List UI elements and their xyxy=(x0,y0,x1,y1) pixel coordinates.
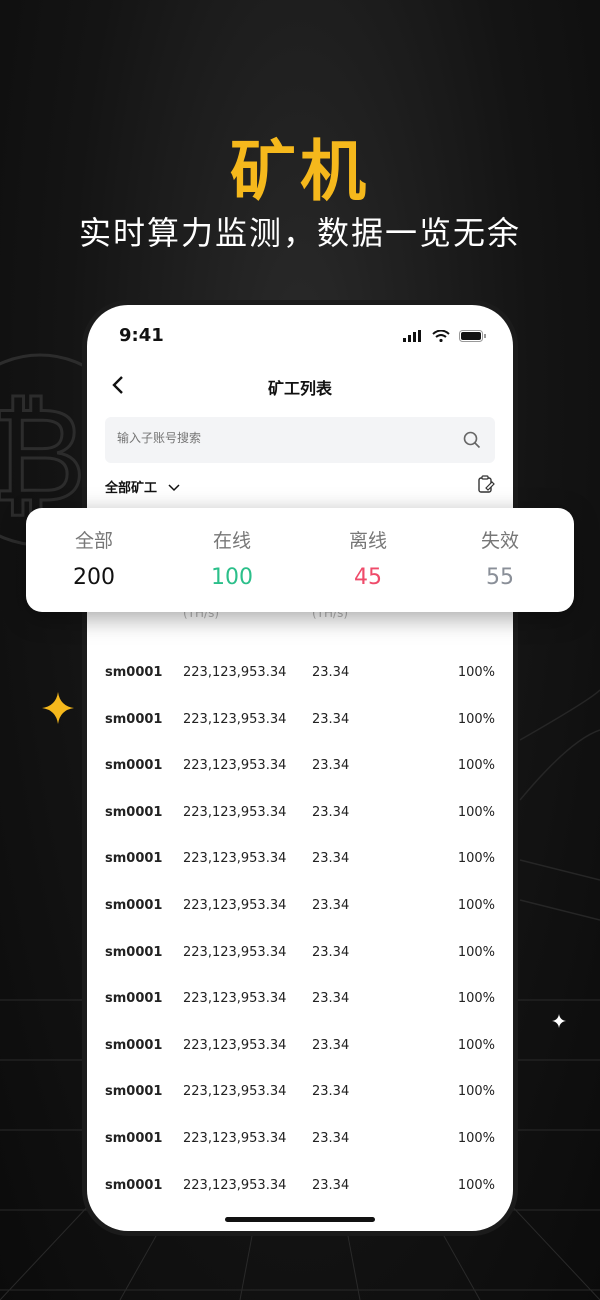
miner-value: 23.34 xyxy=(312,1177,350,1193)
status-icons xyxy=(402,327,487,346)
miner-percent: 100% xyxy=(457,851,495,867)
search-box[interactable] xyxy=(105,417,495,463)
miner-value: 23.34 xyxy=(312,897,350,913)
stat-all-label: 全部 xyxy=(74,530,113,552)
miner-hashrate: 223,123,953.34 xyxy=(183,1130,287,1146)
miner-name: sm0001 xyxy=(105,1130,163,1146)
sparkle-icon xyxy=(42,692,74,724)
table-row[interactable]: sm0001 223,123,953.34 23.34 100% xyxy=(87,1117,513,1164)
miner-name: sm0001 xyxy=(105,1037,163,1053)
miner-filter-dropdown[interactable]: 全部矿工 xyxy=(105,477,180,496)
miner-hashrate: 223,123,953.34 xyxy=(183,804,287,820)
stat-invalid-value: 55 xyxy=(486,565,514,590)
home-indicator xyxy=(225,1217,375,1222)
table-row[interactable]: sm0001 223,123,953.34 23.34 100% xyxy=(87,744,513,791)
miner-value: 23.34 xyxy=(312,1084,350,1100)
miner-value: 23.34 xyxy=(312,711,350,727)
battery-icon xyxy=(459,330,486,342)
filter-label: 全部矿工 xyxy=(105,481,158,496)
miner-value: 23.34 xyxy=(312,991,350,1007)
miner-hashrate: 223,123,953.34 xyxy=(183,897,287,913)
stat-invalid-label: 失效 xyxy=(480,530,519,552)
table-row[interactable]: sm0001 223,123,953.34 23.34 100% xyxy=(87,837,513,884)
miner-value: 23.34 xyxy=(312,1130,350,1146)
miner-value: 23.34 xyxy=(312,944,350,960)
stat-offline-label: 离线 xyxy=(348,530,387,552)
miner-name: sm0001 xyxy=(105,804,163,820)
miner-value: 23.34 xyxy=(312,804,350,820)
miner-name: sm0001 xyxy=(105,991,163,1007)
sparkle-icon xyxy=(552,1014,566,1028)
miner-percent: 100% xyxy=(457,1177,495,1193)
miner-percent: 100% xyxy=(457,897,495,913)
table-row[interactable]: sm0001 223,123,953.34 23.34 100% xyxy=(87,931,513,978)
miner-value: 23.34 xyxy=(312,665,350,680)
stat-online-label: 在线 xyxy=(212,530,251,552)
stat-invalid[interactable]: 失效 55 xyxy=(440,526,560,590)
phone-mockup: 9:41 矿工列表 输入子账号搜索 全部矿工 (TH/s) (TH/s) sm0… xyxy=(82,300,518,1236)
miner-hashrate: 223,123,953.34 xyxy=(183,758,287,774)
miner-value: 23.34 xyxy=(312,758,350,774)
table-row[interactable]: sm0001 223,123,953.34 23.34 100% xyxy=(87,651,513,698)
miner-name: sm0001 xyxy=(105,758,163,774)
promo-headline: 矿机 xyxy=(230,133,370,210)
miner-table: sm0001 223,123,953.34 23.34 100% sm0001 223,1… xyxy=(87,651,513,1210)
search-input[interactable] xyxy=(117,431,437,445)
stat-online[interactable]: 在线 100 xyxy=(172,526,292,590)
chevron-down-icon xyxy=(168,484,180,492)
miner-hashrate: 223,123,953.34 xyxy=(183,711,287,727)
miner-percent: 100% xyxy=(457,944,495,960)
miner-name: sm0001 xyxy=(105,897,163,913)
table-row[interactable]: sm0001 223,123,953.34 23.34 100% xyxy=(87,884,513,931)
promo-subline: 实时算力监测，数据一览无余 xyxy=(78,214,521,252)
miner-hashrate: 223,123,953.34 xyxy=(183,665,287,680)
signal-icon xyxy=(402,330,421,342)
stat-online-value: 100 xyxy=(211,565,253,590)
miner-value: 23.34 xyxy=(312,1037,350,1053)
edit-icon[interactable] xyxy=(477,475,495,493)
search-icon[interactable] xyxy=(463,431,481,449)
miner-percent: 100% xyxy=(457,804,495,820)
miner-name: sm0001 xyxy=(105,1084,163,1100)
summary-card: 全部 200 在线 100 离线 45 失效 55 xyxy=(26,508,574,612)
miner-name: sm0001 xyxy=(105,944,163,960)
miner-percent: 100% xyxy=(457,1084,495,1100)
table-row[interactable]: sm0001 223,123,953.34 23.34 100% xyxy=(87,791,513,838)
table-row[interactable]: sm0001 223,123,953.34 23.34 100% xyxy=(87,977,513,1024)
miner-percent: 100% xyxy=(457,711,495,727)
miner-name: sm0001 xyxy=(105,711,163,727)
app-screen: 9:41 矿工列表 输入子账号搜索 全部矿工 (TH/s) (TH/s) sm0… xyxy=(87,305,513,1231)
miner-percent: 100% xyxy=(457,1130,495,1146)
table-row[interactable]: sm0001 223,123,953.34 23.34 100% xyxy=(87,1164,513,1211)
table-row[interactable]: sm0001 223,123,953.34 23.34 100% xyxy=(87,698,513,745)
miner-hashrate: 223,123,953.34 xyxy=(183,851,287,867)
status-time: 9:41 xyxy=(119,325,164,346)
table-row[interactable]: sm0001 223,123,953.34 23.34 100% xyxy=(87,1024,513,1071)
miner-name: sm0001 xyxy=(105,1177,163,1193)
table-row[interactable]: sm0001 223,123,953.34 23.34 100% xyxy=(87,1070,513,1117)
stat-all-value: 200 xyxy=(73,565,115,590)
miner-hashrate: 223,123,953.34 xyxy=(183,1037,287,1053)
miner-percent: 100% xyxy=(457,665,495,680)
miner-name: sm0001 xyxy=(105,851,163,867)
miner-percent: 100% xyxy=(457,991,495,1007)
miner-name: sm0001 xyxy=(105,665,163,680)
miner-hashrate: 223,123,953.34 xyxy=(183,944,287,960)
miner-hashrate: 223,123,953.34 xyxy=(183,1177,287,1193)
miner-percent: 100% xyxy=(457,1037,495,1053)
miner-hashrate: 223,123,953.34 xyxy=(183,1084,287,1100)
stat-all[interactable]: 全部 200 xyxy=(34,526,154,590)
page-title: 矿工列表 xyxy=(267,379,332,398)
stat-offline[interactable]: 离线 45 xyxy=(308,526,428,590)
miner-percent: 100% xyxy=(457,758,495,774)
wifi-icon xyxy=(432,329,450,343)
stat-offline-value: 45 xyxy=(354,565,382,590)
miner-value: 23.34 xyxy=(312,851,350,867)
miner-hashrate: 223,123,953.34 xyxy=(183,991,287,1007)
